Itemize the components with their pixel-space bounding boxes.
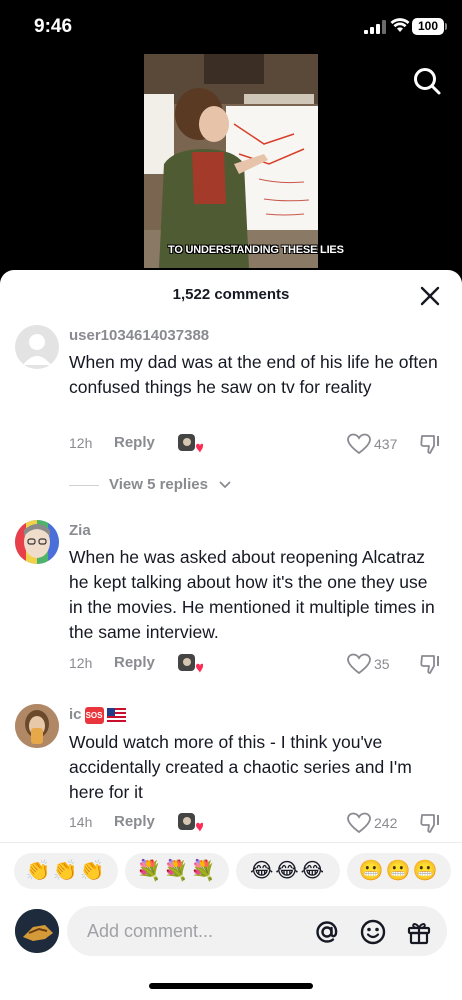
gift-icon[interactable] bbox=[405, 918, 433, 946]
comment-actions: 12h Reply 437 bbox=[69, 433, 449, 457]
video-frame-image bbox=[144, 54, 318, 268]
emoji-icon[interactable] bbox=[359, 918, 387, 946]
comment-time: 14h bbox=[69, 814, 93, 830]
like-count: 35 bbox=[374, 656, 390, 672]
status-bar: 9:46 100 bbox=[0, 0, 462, 52]
like-button[interactable]: 35 bbox=[347, 653, 407, 675]
battery-level: 100 bbox=[417, 19, 439, 33]
chevron-down-icon bbox=[219, 481, 231, 489]
my-avatar-image bbox=[15, 909, 59, 953]
comment-actions: 12h Reply 35 bbox=[69, 653, 449, 677]
avatar-default[interactable] bbox=[15, 325, 59, 369]
view-replies-label: View 5 replies bbox=[109, 476, 208, 493]
dislike-icon[interactable] bbox=[419, 812, 443, 834]
comment-username[interactable]: user1034614037388 bbox=[69, 327, 209, 344]
sos-emoji: SOS bbox=[84, 706, 104, 724]
comment-username-text: ic bbox=[69, 706, 82, 723]
comment-text: When he was asked about reopening Alcatr… bbox=[69, 547, 435, 642]
my-avatar[interactable] bbox=[15, 909, 59, 953]
like-button[interactable]: 437 bbox=[347, 433, 407, 455]
heart-outline-icon bbox=[347, 653, 371, 675]
status-time: 9:46 bbox=[34, 16, 73, 37]
video-thumbnail[interactable] bbox=[144, 54, 318, 268]
avatar-user[interactable] bbox=[15, 704, 59, 748]
quick-emoji-bouquet[interactable]: 💐💐💐 bbox=[125, 853, 229, 889]
like-button[interactable]: 242 bbox=[347, 812, 407, 834]
comments-header: 1,522 comments bbox=[0, 270, 462, 320]
comment-input-bar: Add comment... bbox=[0, 898, 462, 968]
battery-indicator: 100 bbox=[412, 18, 444, 35]
dislike-icon[interactable] bbox=[419, 653, 443, 675]
user-avatar-image bbox=[15, 520, 59, 564]
quick-emoji-bar: 👏👏👏 💐💐💐 😂😂😂 😬😬😬 bbox=[0, 842, 462, 896]
close-icon[interactable] bbox=[418, 284, 442, 308]
wifi-icon bbox=[390, 18, 410, 32]
comment-input-placeholder: Add comment... bbox=[87, 921, 214, 941]
mention-icon[interactable] bbox=[313, 918, 341, 946]
battery-tip bbox=[445, 23, 447, 30]
user-avatar-image bbox=[15, 704, 59, 748]
comment-count: 1,522 comments bbox=[172, 286, 290, 303]
comment-text: Would watch more of this - I think you'v… bbox=[69, 732, 412, 802]
heart-outline-icon bbox=[347, 812, 371, 834]
default-avatar-icon bbox=[23, 334, 51, 365]
comment-actions: 14h Reply 242 bbox=[69, 812, 449, 836]
comment-time: 12h bbox=[69, 435, 93, 451]
creator-liked-icon bbox=[178, 654, 203, 673]
view-replies-button[interactable]: View 5 replies bbox=[69, 475, 269, 495]
home-indicator bbox=[149, 983, 313, 989]
comment-username[interactable]: ic SOS bbox=[69, 706, 126, 724]
comment-input[interactable]: Add comment... bbox=[67, 906, 447, 956]
comment-time: 12h bbox=[69, 655, 93, 671]
cellular-signal-icon bbox=[364, 20, 386, 34]
dislike-icon[interactable] bbox=[419, 433, 443, 455]
divider bbox=[69, 485, 99, 486]
comment-text: When my dad was at the end of his life h… bbox=[69, 352, 438, 397]
reply-button[interactable]: Reply bbox=[114, 654, 155, 671]
avatar-user[interactable] bbox=[15, 520, 59, 564]
search-icon[interactable] bbox=[412, 66, 442, 96]
heart-outline-icon bbox=[347, 433, 371, 455]
video-caption: TO UNDERSTANDING THESE LIES bbox=[168, 244, 344, 256]
reply-button[interactable]: Reply bbox=[114, 813, 155, 830]
creator-liked-icon bbox=[178, 813, 203, 832]
comment-username[interactable]: Zia bbox=[69, 522, 91, 539]
creator-liked-icon bbox=[178, 434, 203, 453]
like-count: 242 bbox=[374, 815, 398, 831]
like-count: 437 bbox=[374, 436, 398, 452]
quick-emoji-tears-of-joy[interactable]: 😂😂😂 bbox=[236, 853, 340, 889]
quick-emoji-clap[interactable]: 👏👏👏 bbox=[14, 853, 118, 889]
reply-button[interactable]: Reply bbox=[114, 434, 155, 451]
us-flag-icon bbox=[106, 708, 126, 723]
quick-emoji-grimacing[interactable]: 😬😬😬 bbox=[347, 853, 451, 889]
